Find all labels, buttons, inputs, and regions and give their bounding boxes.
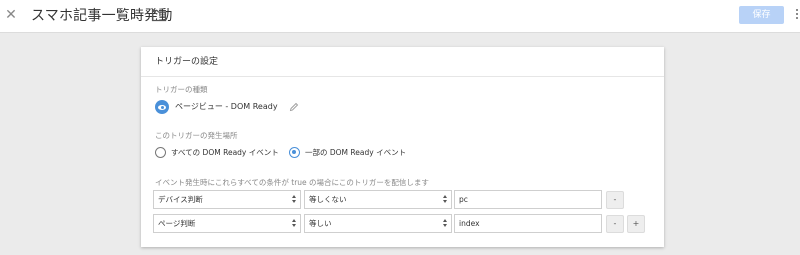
condition-1-value-input[interactable] [454, 190, 602, 209]
condition-2-variable: ページ判断 [158, 219, 196, 228]
radio-label-all: すべての DOM Ready イベント [171, 148, 279, 157]
pencil-icon[interactable] [289, 102, 299, 112]
add-condition-button[interactable]: + [627, 215, 645, 233]
conditions-label: イベント発生時にこれらすべての条件が true の場合にこのトリガーを配信します [155, 178, 429, 187]
select-caret-icon [443, 219, 448, 228]
condition-1-variable: デバイス判断 [158, 195, 203, 204]
condition-2-variable-select[interactable]: ページ判断 [153, 214, 301, 233]
select-caret-icon [292, 219, 297, 228]
condition-2-remove-button[interactable]: - [606, 215, 624, 233]
radio-label-some: 一部の DOM Ready イベント [305, 148, 407, 157]
eye-icon [155, 100, 169, 114]
fire-on-label: このトリガーの発生場所 [155, 131, 238, 140]
top-bar: ✕ スマホ記事一覧時発動 保存 [0, 0, 800, 33]
condition-1-operator-select[interactable]: 等しくない [304, 190, 452, 209]
trigger-type-label: トリガーの種類 [155, 85, 208, 94]
condition-1-operator: 等しくない [309, 195, 347, 204]
radio-button-selected[interactable] [289, 147, 300, 158]
card-heading: トリガーの設定 [141, 47, 664, 77]
condition-2-operator: 等しい [309, 219, 332, 228]
trigger-type-value: ページビュー - DOM Ready [175, 102, 278, 111]
radio-button[interactable] [155, 147, 166, 158]
condition-1-variable-select[interactable]: デバイス判断 [153, 190, 301, 209]
close-icon[interactable]: ✕ [3, 7, 19, 23]
save-button[interactable]: 保存 [739, 6, 784, 24]
more-vertical-icon[interactable] [794, 8, 800, 24]
condition-2-operator-select[interactable]: 等しい [304, 214, 452, 233]
trigger-config-card: トリガーの設定 トリガーの種類 ページビュー - DOM Ready このトリガ… [141, 47, 664, 247]
select-caret-icon [292, 195, 297, 204]
condition-1-remove-button[interactable]: - [606, 191, 624, 209]
select-caret-icon [443, 195, 448, 204]
folder-icon[interactable] [151, 8, 167, 22]
condition-2-value-input[interactable] [454, 214, 602, 233]
